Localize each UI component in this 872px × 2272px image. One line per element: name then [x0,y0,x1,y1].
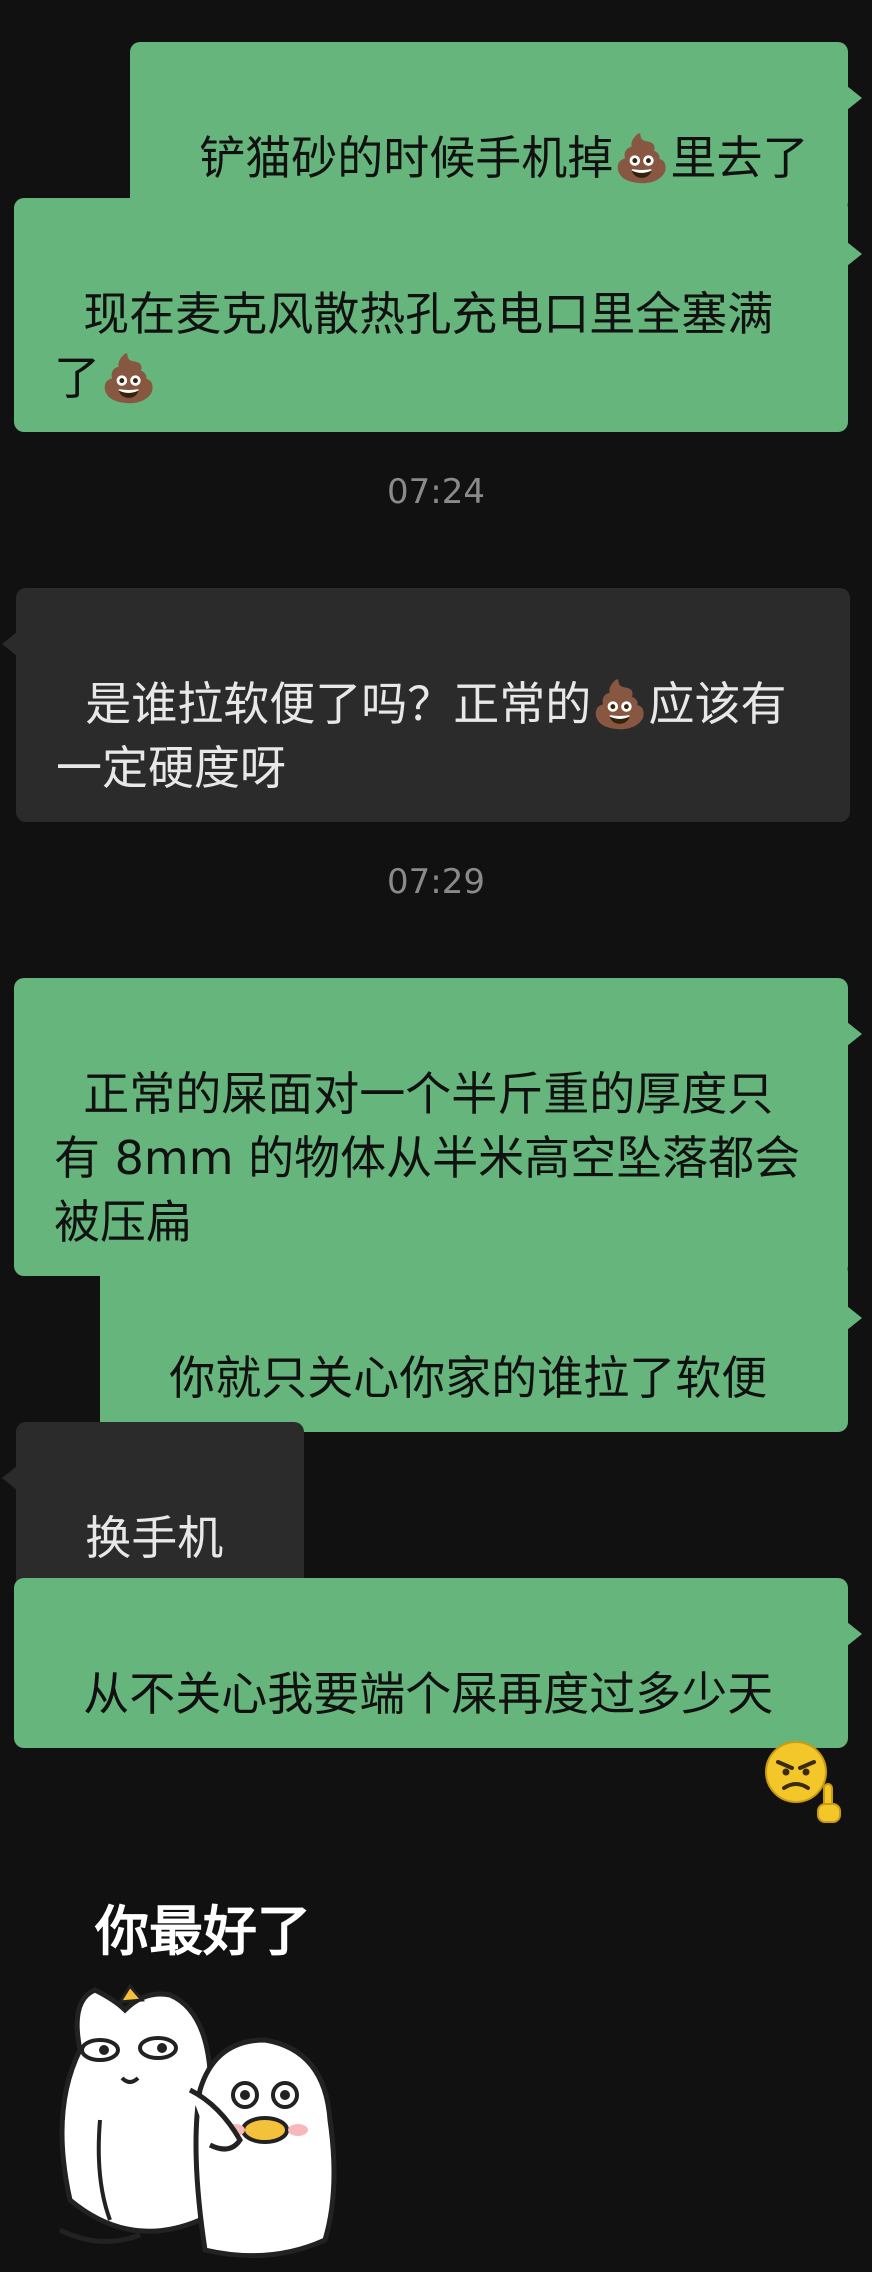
message-text: 铲猫砂的时候手机掉💩里去了 [199,131,809,185]
message-text: 是谁拉软便了吗？正常的💩应该有一定硬度呀 [56,677,787,795]
message-text: 从不关心我要端个屎再度过多少天 [83,1667,774,1721]
angry-face-icon [765,1741,841,1823]
message-bubble-sent[interactable]: 从不关心我要端个屎再度过多少天 [14,1578,862,1748]
angry-middle-finger-emoji[interactable] [760,1738,850,1828]
message-bubble-sent[interactable]: 铲猫砂的时候手机掉💩里去了 [130,42,862,212]
message-text: 正常的屎面对一个半斤重的厚度只有 8mm 的物体从半米高空坠落都会被压扁 [54,1067,801,1249]
message-bubble-sent[interactable]: 正常的屎面对一个半斤重的厚度只有 8mm 的物体从半米高空坠落都会被压扁 [14,978,862,1276]
message-text: 你就只关心你家的谁拉了软便 [169,1351,768,1405]
sticker-caption: 你最好了 [94,1900,311,1963]
sticker-image: 你最好了 [58,1899,337,2259]
message-bubble-sent[interactable]: 现在麦克风散热孔充电口里全塞满了💩 [14,198,862,432]
message-bubble-sent[interactable]: 你就只关心你家的谁拉了软便 [100,1262,862,1432]
message-bubble-received[interactable]: 是谁拉软便了吗？正常的💩应该有一定硬度呀 [2,588,850,822]
cat-hugging-duck-sticker[interactable]: 你最好了 [40,1890,380,2260]
timestamp: 07:24 [387,472,485,512]
timestamp: 07:29 [387,862,485,902]
message-text: 现在麦克风散热孔充电口里全塞满了💩 [54,287,774,405]
